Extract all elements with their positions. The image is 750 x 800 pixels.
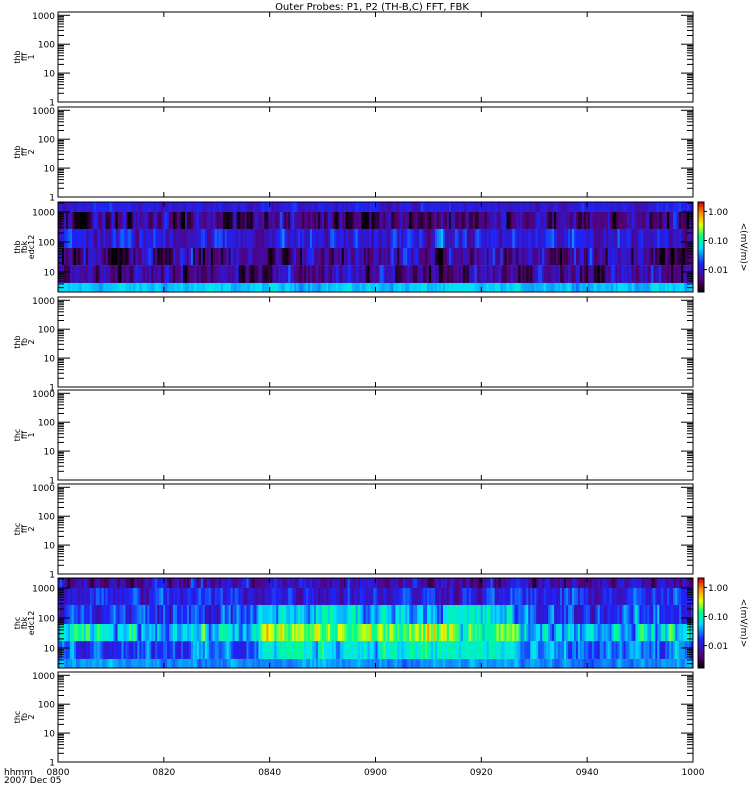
panel-frame bbox=[57, 11, 694, 103]
panel-label: thbfbkedc12 bbox=[13, 235, 36, 260]
y-tick-label: 1000 bbox=[32, 12, 55, 22]
y-tick-label: 1000 bbox=[32, 208, 55, 218]
y-tick-label: 10 bbox=[44, 355, 56, 365]
x-tick-label: 0920 bbox=[470, 768, 493, 778]
y-tick-label: 100 bbox=[38, 513, 55, 523]
y-tick-label: 1000 bbox=[32, 390, 55, 400]
panel-label: thcfb2 bbox=[13, 711, 36, 724]
y-tick-label: 10 bbox=[44, 730, 56, 740]
spectrogram-cells bbox=[58, 578, 694, 668]
y-tick-label: 1 bbox=[49, 194, 55, 204]
colorbar-tick-label: 1.00 bbox=[708, 208, 728, 218]
colorbar: 0.01 0.10 1.00 <(mV/m)> bbox=[697, 201, 748, 293]
y-tick-label: 10 bbox=[44, 644, 56, 654]
y-axis: 1101001000 bbox=[32, 390, 694, 487]
x-tick-label: 0900 bbox=[364, 768, 387, 778]
time-axis: hhmm 2007 Dec 05 0800 0820 0840 0900 0920 094… bbox=[4, 768, 705, 786]
spectrogram-cells bbox=[58, 202, 694, 292]
panels: 1101001000thbfff11101001000thbfff20.010.… bbox=[13, 11, 748, 769]
colorbar-tick-label: 0.01 bbox=[708, 266, 728, 276]
y-tick-label: 10 bbox=[44, 542, 56, 552]
y-tick-label: 1000 bbox=[32, 672, 55, 682]
x-tick-label: 0820 bbox=[152, 768, 175, 778]
y-tick-label: 100 bbox=[38, 701, 55, 711]
panel-label-line: edc12 bbox=[27, 235, 36, 260]
y-tick-label: 1000 bbox=[32, 484, 55, 494]
colorbar-label: <(mV/m)> bbox=[738, 599, 748, 648]
colorbar-tick-label: 0.10 bbox=[708, 237, 728, 247]
y-tick-label: 10 bbox=[44, 165, 56, 175]
y-axis: 1 10 100 1000 bbox=[32, 107, 694, 204]
y-tick-label: 100 bbox=[38, 614, 55, 624]
y-tick-label: 10 bbox=[44, 268, 56, 278]
colorbar-tick-label: 1.00 bbox=[708, 584, 728, 594]
panel-thc-fff-1: 1 10 100 1000 thcfff1 bbox=[13, 389, 694, 487]
panel-frame bbox=[57, 389, 694, 481]
panel-thb-fb-2: 1101001000thbfb2 bbox=[13, 296, 694, 394]
panel-label-line: 1 bbox=[27, 54, 36, 59]
panel-frame bbox=[57, 671, 694, 763]
panel-label: thbfff2 bbox=[13, 145, 36, 158]
x-tick-label: 0800 bbox=[47, 768, 70, 778]
panel-thb-fbk-edc12: 0.01 0.10 1.00 <(mV/m)> 10 100 1000 thbfbkedc12 bbox=[13, 201, 748, 293]
panel-label: thbfff1 bbox=[13, 50, 36, 63]
panel-label-line: 2 bbox=[27, 526, 36, 531]
panel-label: thcfbkedc12 bbox=[13, 611, 36, 636]
y-tick-label: 10 bbox=[44, 70, 56, 80]
y-axis: 1101001000 bbox=[32, 297, 694, 394]
y-tick-label: 1000 bbox=[32, 107, 55, 117]
panel-thb-fff-1: 1 10 100 1000 thbfff1 bbox=[13, 11, 694, 109]
y-axis: 1101001000 bbox=[32, 12, 694, 109]
panel-thc-fbk-edc12: 0.01 0.10 1.00 <(mV/m)> 10 100 1000 thcfbkedc12 bbox=[13, 577, 748, 669]
y-axis: 1 10 100 1000 bbox=[32, 484, 694, 581]
colorbar-tick-label: 0.10 bbox=[708, 613, 728, 623]
panel-label-line: edc12 bbox=[27, 611, 36, 636]
panel-frame bbox=[57, 483, 694, 575]
x-tick-label: 0940 bbox=[576, 768, 599, 778]
panel-label: thcfff2 bbox=[13, 523, 36, 536]
panel-thc-fb-2: 1 10 100 1000 thcfb2 bbox=[13, 671, 694, 769]
colorbar-label: <(mV/m)> bbox=[738, 223, 748, 272]
panel-label-line: 2 bbox=[27, 714, 36, 719]
y-tick-label: 10 bbox=[44, 448, 56, 458]
y-tick-label: 100 bbox=[38, 41, 55, 51]
y-tick-label: 1000 bbox=[32, 584, 55, 594]
y-axis: 1 10 100 1000 bbox=[32, 672, 694, 769]
colorbar-tick-label: 0.01 bbox=[708, 642, 728, 652]
x-tick-label: 1000 bbox=[682, 768, 705, 778]
panel-thc-fff-2: 1 10 100 1000 thcfff2 bbox=[13, 483, 694, 581]
x-tick-label: 0840 bbox=[258, 768, 281, 778]
panel-label: thbfb2 bbox=[13, 335, 36, 348]
panel-label-line: 2 bbox=[27, 149, 36, 154]
y-tick-label: 100 bbox=[38, 136, 55, 146]
panel-label-line: 2 bbox=[27, 339, 36, 344]
panel-thb-fff-2: 1 10 100 1000 thbfff2 bbox=[13, 106, 694, 204]
panel-frame bbox=[57, 296, 694, 388]
colorbar: 0.01 0.10 1.00 <(mV/m)> bbox=[697, 577, 748, 669]
panel-label-line: 1 bbox=[27, 432, 36, 437]
panel-frame bbox=[57, 106, 694, 198]
y-tick-label: 100 bbox=[38, 238, 55, 248]
y-tick-label: 1000 bbox=[32, 297, 55, 307]
panel-label: thcfff1 bbox=[13, 429, 36, 442]
figure-title: Outer Probes: P1, P2 (TH-B,C) FFT, FBK bbox=[275, 2, 469, 13]
themis-spectrogram-figure: Outer Probes: P1, P2 (TH-B,C) FFT, FBK 1… bbox=[4, 2, 748, 786]
y-tick-label: 1 bbox=[49, 759, 55, 769]
y-tick-label: 100 bbox=[38, 326, 55, 336]
y-tick-label: 1 bbox=[49, 571, 55, 581]
y-tick-label: 100 bbox=[38, 419, 55, 429]
